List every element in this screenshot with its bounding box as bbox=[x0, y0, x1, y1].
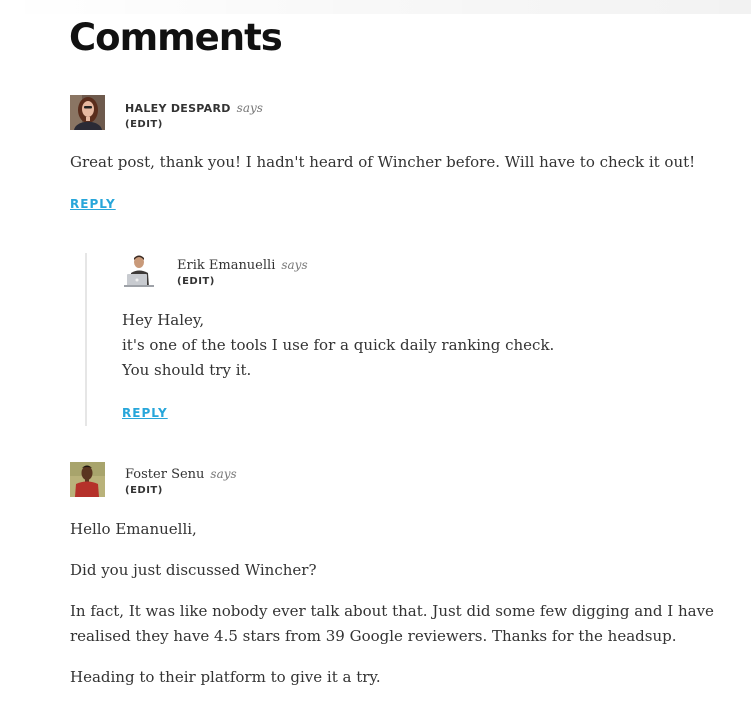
reply-button[interactable]: REPLY bbox=[70, 197, 116, 211]
says-label: says bbox=[281, 258, 308, 272]
avatar-foster[interactable] bbox=[70, 462, 105, 497]
says-label: says bbox=[236, 101, 263, 115]
comments-heading: Comments bbox=[69, 16, 283, 59]
comment-author[interactable]: HALEY DESPARD bbox=[125, 102, 231, 115]
reply-button[interactable]: REPLY bbox=[122, 406, 168, 420]
comment-paragraph: Did you just discussed Wincher? bbox=[70, 561, 317, 579]
comment-author[interactable]: Erik Emanuelli bbox=[177, 258, 275, 273]
comment-paragraph: Heading to their platform to give it a t… bbox=[70, 668, 381, 686]
comment-line: it's one of the tools I use for a quick … bbox=[122, 336, 555, 354]
edit-link[interactable]: (EDIT) bbox=[177, 276, 308, 287]
comment-paragraph: In fact, It was like nobody ever talk ab… bbox=[70, 602, 714, 645]
comment-body: Hello Emanuelli, Did you just discussed … bbox=[70, 517, 730, 690]
comment-author[interactable]: Foster Senu bbox=[125, 467, 204, 482]
comment-line: You should try it. bbox=[122, 361, 252, 379]
comment-meta: Foster Senu says (EDIT) bbox=[125, 463, 237, 496]
avatar-erik[interactable] bbox=[122, 252, 157, 287]
comment-body: Hey Haley, it's one of the tools I use f… bbox=[122, 308, 722, 383]
thread-line bbox=[85, 253, 87, 426]
edit-link[interactable]: (EDIT) bbox=[125, 119, 263, 130]
comment-paragraph: Great post, thank you! I hadn't heard of… bbox=[70, 153, 696, 171]
comment-meta: Erik Emanuelli says (EDIT) bbox=[177, 254, 308, 287]
comment-paragraph: Hello Emanuelli, bbox=[70, 520, 197, 538]
comment-body: Great post, thank you! I hadn't heard of… bbox=[70, 150, 730, 175]
comment-meta: HALEY DESPARD says (EDIT) bbox=[125, 97, 263, 130]
comment-line: Hey Haley, bbox=[122, 311, 205, 329]
avatar-haley[interactable] bbox=[70, 95, 105, 130]
says-label: says bbox=[210, 467, 237, 481]
edit-link[interactable]: (EDIT) bbox=[125, 485, 237, 496]
